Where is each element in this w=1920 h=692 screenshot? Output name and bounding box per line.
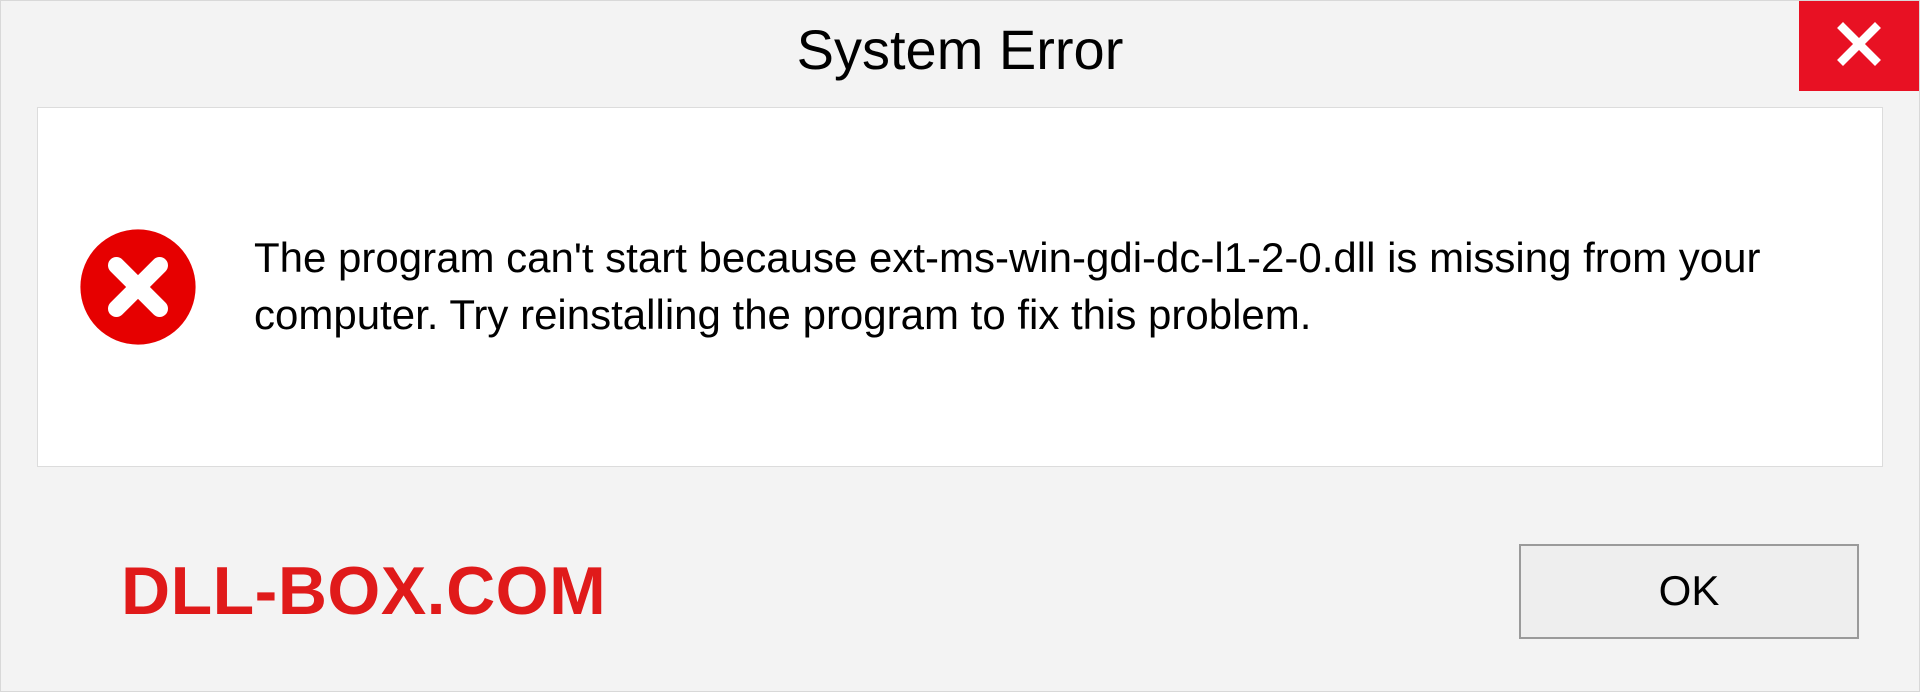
ok-button[interactable]: OK bbox=[1519, 544, 1859, 639]
dialog-footer: DLL-BOX.COM OK bbox=[1, 491, 1919, 691]
system-error-dialog: System Error The program can't start bec… bbox=[0, 0, 1920, 692]
dialog-title: System Error bbox=[797, 17, 1124, 82]
error-icon bbox=[78, 227, 198, 347]
close-button[interactable] bbox=[1799, 1, 1919, 91]
message-panel: The program can't start because ext-ms-w… bbox=[37, 107, 1883, 467]
error-message: The program can't start because ext-ms-w… bbox=[254, 230, 1774, 343]
close-icon bbox=[1835, 20, 1883, 73]
watermark-text: DLL-BOX.COM bbox=[121, 552, 606, 630]
ok-button-label: OK bbox=[1659, 567, 1720, 615]
title-bar: System Error bbox=[1, 1, 1919, 97]
